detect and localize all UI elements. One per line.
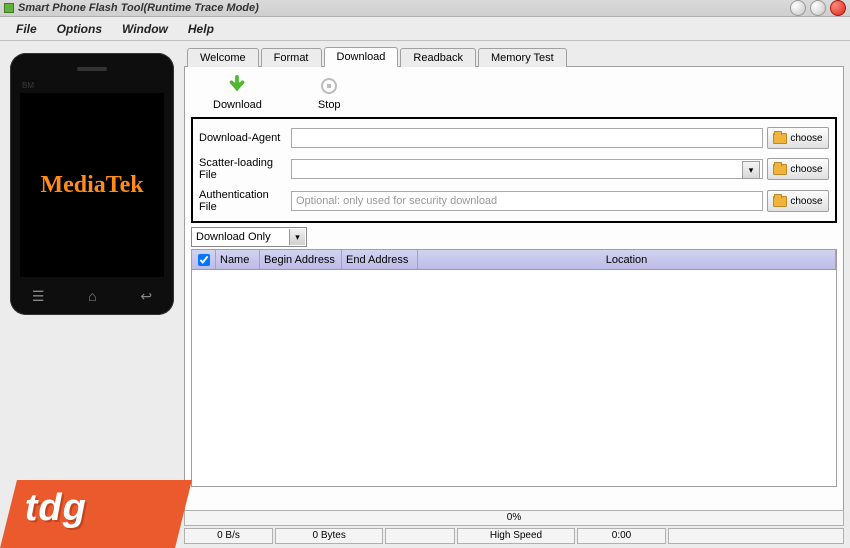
menu-help[interactable]: Help — [178, 19, 224, 39]
auth-choose-button[interactable]: choose — [767, 190, 829, 212]
da-label: Download-Agent — [199, 132, 287, 144]
tdg-text: tdg — [11, 480, 186, 530]
titlebar: Smart Phone Flash Tool(Runtime Trace Mod… — [0, 0, 850, 17]
phone-screen: MediaTek — [20, 93, 164, 277]
select-all-checkbox[interactable] — [198, 254, 210, 266]
auth-input[interactable] — [291, 191, 763, 211]
back-icon: ↩ — [140, 288, 152, 305]
status-blank1 — [385, 528, 455, 544]
menu-options[interactable]: Options — [47, 19, 112, 39]
col-name[interactable]: Name — [216, 250, 260, 269]
phone-navbar: ☰ ⌂ ↩ — [10, 285, 174, 307]
col-location[interactable]: Location — [418, 250, 836, 269]
progress-bar: 0% — [184, 510, 844, 526]
tab-body: Download Stop Download-Agent choose Scat… — [184, 67, 844, 522]
download-arrow-icon — [226, 75, 248, 97]
maximize-button[interactable] — [810, 0, 826, 16]
download-action-label: Download — [213, 99, 262, 111]
phone-earpiece — [77, 67, 107, 71]
mode-value: Download Only — [196, 231, 271, 243]
tab-format[interactable]: Format — [261, 48, 322, 67]
tab-memory-test[interactable]: Memory Test — [478, 48, 567, 67]
grid-header: Name Begin Address End Address Location — [192, 250, 836, 270]
status-mode: High Speed — [457, 528, 575, 544]
phone-brand: MediaTek — [40, 172, 143, 199]
menubar: File Options Window Help — [0, 17, 850, 41]
folder-icon — [773, 164, 787, 175]
menu-file[interactable]: File — [6, 19, 47, 39]
menu-window[interactable]: Window — [112, 19, 178, 39]
folder-icon — [773, 133, 787, 144]
mode-select[interactable]: Download Only — [191, 227, 307, 247]
tab-strip: Welcome Format Download Readback Memory … — [184, 47, 844, 67]
scatter-label: Scatter-loading File — [199, 157, 287, 181]
tab-welcome[interactable]: Welcome — [187, 48, 259, 67]
stop-action[interactable]: Stop — [318, 75, 341, 111]
col-begin[interactable]: Begin Address — [260, 250, 342, 269]
action-row: Download Stop — [191, 73, 837, 117]
da-input[interactable] — [291, 128, 763, 148]
partition-grid: Name Begin Address End Address Location — [191, 249, 837, 487]
col-end[interactable]: End Address — [342, 250, 418, 269]
tab-readback[interactable]: Readback — [400, 48, 476, 67]
status-bytes: 0 Bytes — [275, 528, 383, 544]
status-time: 0:00 — [577, 528, 666, 544]
choose-label: choose — [790, 164, 822, 175]
choose-label: choose — [790, 196, 822, 207]
menu-icon: ☰ — [32, 288, 45, 305]
da-choose-button[interactable]: choose — [767, 127, 829, 149]
choose-label: choose — [790, 133, 822, 144]
folder-icon — [773, 196, 787, 207]
scatter-combo[interactable] — [291, 159, 763, 179]
close-button[interactable] — [830, 0, 846, 16]
right-pane: Welcome Format Download Readback Memory … — [184, 41, 850, 548]
status-row: 0 B/s 0 Bytes High Speed 0:00 — [184, 528, 844, 544]
scatter-choose-button[interactable]: choose — [767, 158, 829, 180]
home-icon: ⌂ — [88, 288, 96, 304]
auth-label: Authentication File — [199, 189, 287, 213]
stop-icon — [318, 75, 340, 97]
tab-download[interactable]: Download — [324, 47, 399, 67]
phone-bm-label: BM — [22, 81, 34, 90]
col-checkbox[interactable] — [192, 250, 216, 269]
app-icon — [4, 3, 14, 13]
status-blank2 — [668, 528, 844, 544]
status-speed: 0 B/s — [184, 528, 273, 544]
tdg-watermark: tdg — [0, 480, 192, 548]
content: BM MediaTek ☰ ⌂ ↩ Welcome Format Downloa… — [0, 41, 850, 548]
stop-action-label: Stop — [318, 99, 341, 111]
status-area: 0% 0 B/s 0 Bytes High Speed 0:00 — [184, 510, 844, 544]
minimize-button[interactable] — [790, 0, 806, 16]
file-box: Download-Agent choose Scatter-loading Fi… — [191, 117, 837, 223]
window-title: Smart Phone Flash Tool(Runtime Trace Mod… — [18, 2, 259, 14]
left-pane: BM MediaTek ☰ ⌂ ↩ — [0, 41, 184, 548]
phone-graphic: BM MediaTek ☰ ⌂ ↩ — [10, 53, 174, 315]
download-action[interactable]: Download — [213, 75, 262, 111]
